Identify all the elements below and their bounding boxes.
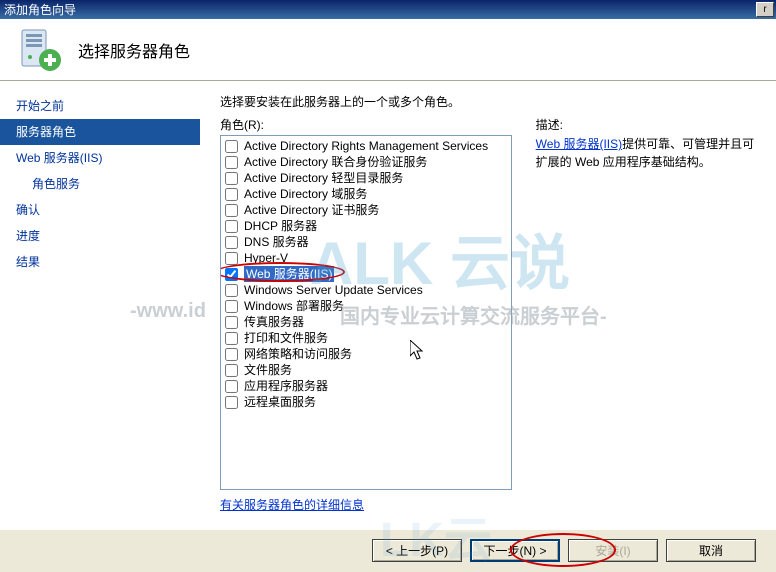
role-checkbox[interactable] — [225, 156, 238, 169]
prev-button[interactable]: < 上一步(P) — [372, 539, 462, 562]
role-checkbox[interactable] — [225, 220, 238, 233]
role-label: DNS 服务器 — [244, 234, 309, 250]
wizard-sidebar: 开始之前服务器角色Web 服务器(IIS)角色服务确认进度结果 — [0, 81, 200, 529]
role-label: 文件服务 — [244, 362, 292, 378]
wizard-header: 选择服务器角色 — [0, 19, 776, 81]
role-row[interactable]: Active Directory 域服务 — [221, 186, 511, 202]
role-checkbox[interactable] — [225, 364, 238, 377]
role-row[interactable]: Active Directory 轻型目录服务 — [221, 170, 511, 186]
role-checkbox[interactable] — [225, 316, 238, 329]
instruction-text: 选择要安装在此服务器上的一个或多个角色。 — [220, 93, 760, 110]
role-row[interactable]: Active Directory 证书服务 — [221, 202, 511, 218]
cancel-button[interactable]: 取消 — [666, 539, 756, 562]
role-checkbox[interactable] — [225, 236, 238, 249]
role-checkbox[interactable] — [225, 188, 238, 201]
role-label: 网络策略和访问服务 — [244, 346, 352, 362]
sidebar-item[interactable]: 角色服务 — [0, 171, 200, 197]
role-label: 打印和文件服务 — [244, 330, 328, 346]
sidebar-item[interactable]: Web 服务器(IIS) — [0, 145, 200, 171]
description-label: 描述: — [536, 116, 760, 133]
role-checkbox[interactable] — [225, 348, 238, 361]
role-row[interactable]: 应用程序服务器 — [221, 378, 511, 394]
server-role-icon — [16, 26, 64, 74]
role-checkbox[interactable] — [225, 396, 238, 409]
page-title: 选择服务器角色 — [78, 38, 190, 62]
role-checkbox[interactable] — [225, 332, 238, 345]
role-checkbox[interactable] — [225, 380, 238, 393]
role-row[interactable]: Active Directory Rights Management Servi… — [221, 138, 511, 154]
sidebar-item[interactable]: 进度 — [0, 223, 200, 249]
role-checkbox[interactable] — [225, 204, 238, 217]
role-label: 传真服务器 — [244, 314, 304, 330]
role-label: Active Directory Rights Management Servi… — [244, 138, 488, 154]
role-row[interactable]: 网络策略和访问服务 — [221, 346, 511, 362]
detail-link[interactable]: 有关服务器角色的详细信息 — [220, 496, 512, 513]
roles-label: 角色(R): — [220, 116, 512, 133]
role-label: Active Directory 联合身份验证服务 — [244, 154, 427, 170]
role-label: Active Directory 轻型目录服务 — [244, 170, 403, 186]
role-label: Web 服务器(IIS) — [244, 266, 334, 282]
role-row[interactable]: 文件服务 — [221, 362, 511, 378]
role-checkbox[interactable] — [225, 284, 238, 297]
roles-column: 角色(R): Active Directory Rights Managemen… — [220, 116, 512, 521]
description-column: 描述: Web 服务器(IIS)提供可靠、可管理并且可扩展的 Web 应用程序基… — [536, 116, 760, 521]
next-button[interactable]: 下一步(N) > — [470, 539, 560, 562]
role-row[interactable]: Hyper-V — [221, 250, 511, 266]
close-button[interactable]: r — [756, 2, 774, 17]
titlebar: 添加角色向导 r — [0, 0, 776, 19]
role-row[interactable]: Windows 部署服务 — [221, 298, 511, 314]
main-panel: 选择要安装在此服务器上的一个或多个角色。 角色(R): Active Direc… — [200, 81, 776, 529]
description-link[interactable]: Web 服务器(IIS) — [536, 137, 622, 151]
role-label: Windows 部署服务 — [244, 298, 344, 314]
sidebar-item[interactable]: 开始之前 — [0, 93, 200, 119]
role-label: Hyper-V — [244, 250, 288, 266]
role-checkbox[interactable] — [225, 300, 238, 313]
role-label: 应用程序服务器 — [244, 378, 328, 394]
content-area: 开始之前服务器角色Web 服务器(IIS)角色服务确认进度结果 选择要安装在此服… — [0, 81, 776, 529]
role-row[interactable]: 打印和文件服务 — [221, 330, 511, 346]
role-row[interactable]: Active Directory 联合身份验证服务 — [221, 154, 511, 170]
role-row[interactable]: 远程桌面服务 — [221, 394, 511, 410]
role-row[interactable]: 传真服务器 — [221, 314, 511, 330]
sidebar-item[interactable]: 确认 — [0, 197, 200, 223]
role-label: Active Directory 域服务 — [244, 186, 367, 202]
sidebar-item[interactable]: 结果 — [0, 249, 200, 275]
role-checkbox[interactable] — [225, 140, 238, 153]
role-row[interactable]: DHCP 服务器 — [221, 218, 511, 234]
role-label: 远程桌面服务 — [244, 394, 316, 410]
role-row[interactable]: Windows Server Update Services — [221, 282, 511, 298]
role-row[interactable]: Web 服务器(IIS) — [221, 266, 511, 282]
role-row[interactable]: DNS 服务器 — [221, 234, 511, 250]
role-checkbox[interactable] — [225, 268, 238, 281]
roles-listbox[interactable]: Active Directory Rights Management Servi… — [220, 135, 512, 490]
role-label: Windows Server Update Services — [244, 282, 423, 298]
install-button: 安装(I) — [568, 539, 658, 562]
role-checkbox[interactable] — [225, 172, 238, 185]
window-title: 添加角色向导 — [4, 1, 76, 18]
role-checkbox[interactable] — [225, 252, 238, 265]
role-label: DHCP 服务器 — [244, 218, 317, 234]
sidebar-item[interactable]: 服务器角色 — [0, 119, 200, 145]
description-text: Web 服务器(IIS)提供可靠、可管理并且可扩展的 Web 应用程序基础结构。 — [536, 135, 760, 171]
role-label: Active Directory 证书服务 — [244, 202, 379, 218]
button-bar: < 上一步(P) 下一步(N) > 安装(I) 取消 — [0, 529, 776, 571]
